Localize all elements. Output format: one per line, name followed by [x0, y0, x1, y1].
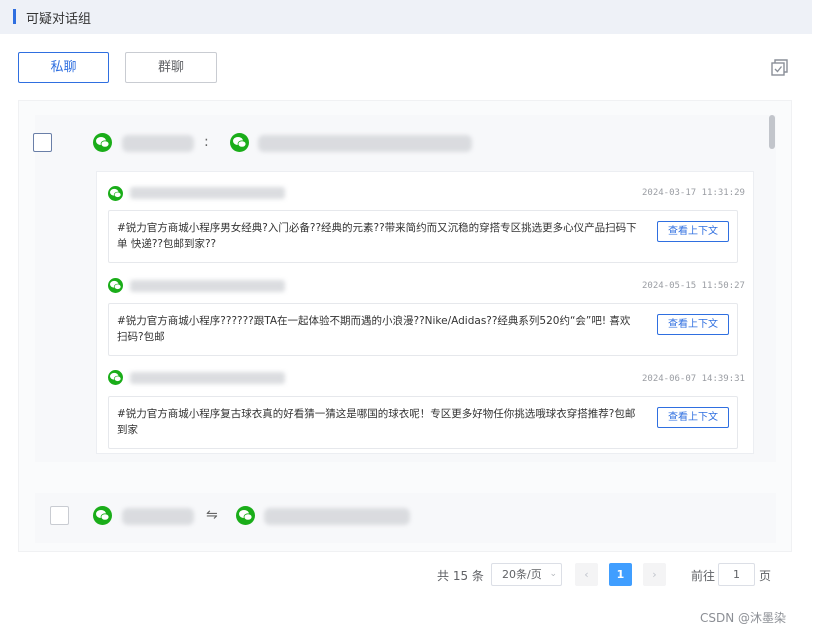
pair-separator: :: [204, 134, 209, 150]
tab-group-chat[interactable]: 群聊: [125, 52, 217, 83]
scrollbar-thumb[interactable]: [769, 115, 775, 149]
wechat-icon: [108, 278, 123, 293]
prev-page-button[interactable]: ‹: [575, 563, 598, 586]
group-checkbox[interactable]: [33, 133, 52, 152]
redacted-sender: [130, 280, 285, 292]
select-all-icon[interactable]: [770, 58, 790, 78]
view-context-button[interactable]: 查看上下文: [657, 221, 729, 242]
redacted-name: [122, 135, 194, 152]
message-item: #锐力官方商城小程序男女经典?入门必备??经典的元素??带来简约而又沉稳的穿搭专…: [108, 210, 738, 263]
view-context-button[interactable]: 查看上下文: [657, 314, 729, 335]
wechat-icon: [236, 506, 255, 525]
wechat-icon: [230, 133, 249, 152]
section-title: 可疑对话组: [26, 12, 92, 27]
message-time: 2024-05-15 11:50:27: [642, 281, 745, 291]
wechat-icon: [93, 506, 112, 525]
wechat-icon: [108, 186, 123, 201]
next-page-button[interactable]: ›: [643, 563, 666, 586]
page-size-value: 20条/页: [502, 568, 542, 581]
redacted-name: [122, 508, 194, 525]
redacted-name: [258, 135, 472, 152]
message-item: #锐力官方商城小程序复古球衣真的好看猜一猜这是哪国的球衣呢！专区更多好物任你挑选…: [108, 396, 738, 449]
page-size-select[interactable]: 20条/页 ⌄: [491, 563, 562, 586]
tab-private-chat[interactable]: 私聊: [18, 52, 109, 83]
message-time: 2024-06-07 14:39:31: [642, 374, 745, 384]
chevron-down-icon: ⌄: [549, 569, 557, 579]
redacted-name: [264, 508, 410, 525]
wechat-icon: [93, 133, 112, 152]
goto-page-input[interactable]: 1: [718, 563, 755, 586]
wechat-icon: [108, 370, 123, 385]
message-text: #锐力官方商城小程序复古球衣真的好看猜一猜这是哪国的球衣呢！专区更多好物任你挑选…: [117, 408, 636, 436]
watermark: CSDN @沐墨染: [700, 611, 787, 625]
section-header: 可疑对话组: [0, 0, 812, 34]
message-time: 2024-03-17 11:31:29: [642, 188, 745, 198]
header-accent-bar: [13, 9, 16, 24]
page: 可疑对话组 私聊 群聊 : 2024-03-17 11:31:29 #锐力官方商…: [0, 0, 824, 631]
page-number-button[interactable]: 1: [609, 563, 632, 586]
pagination-total: 共 15 条: [437, 569, 484, 583]
message-text: #锐力官方商城小程序男女经典?入门必备??经典的元素??带来简约而又沉稳的穿搭专…: [117, 222, 637, 250]
pair-separator: ⇋: [206, 507, 218, 523]
redacted-sender: [130, 372, 285, 384]
goto-label: 前往: [691, 569, 716, 583]
view-context-button[interactable]: 查看上下文: [657, 407, 729, 428]
message-item: #锐力官方商城小程序??????跟TA在一起体验不期而遇的小浪漫??Nike/A…: [108, 303, 738, 356]
message-text: #锐力官方商城小程序??????跟TA在一起体验不期而遇的小浪漫??Nike/A…: [117, 315, 631, 343]
redacted-sender: [130, 187, 285, 199]
goto-unit: 页: [759, 569, 772, 583]
group-checkbox[interactable]: [50, 506, 69, 525]
